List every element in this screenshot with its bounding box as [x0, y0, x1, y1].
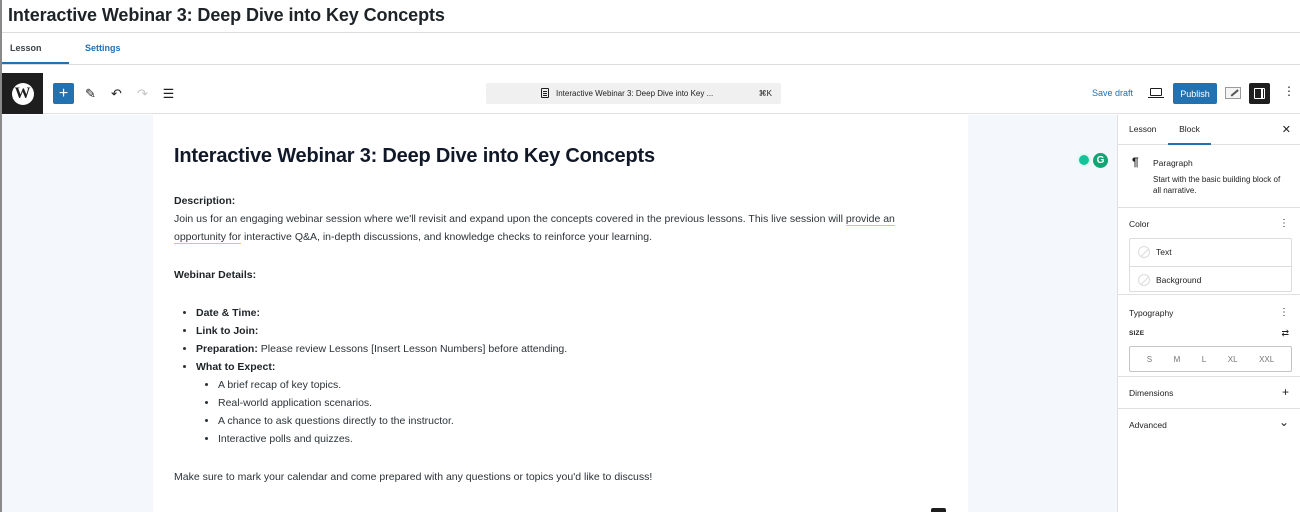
pencil-icon: ✎ [85, 85, 96, 101]
empty-swatch-icon [1138, 246, 1150, 258]
tab-lesson-page[interactable]: Lesson page [2, 33, 69, 84]
color-background-option[interactable]: Background [1130, 266, 1291, 293]
undo-button[interactable]: ↶ [106, 83, 127, 104]
size-option-xl[interactable]: XL [1228, 355, 1238, 364]
empty-swatch-icon [1138, 274, 1150, 286]
grammar-suggestion[interactable]: provide an [845, 213, 895, 226]
chevron-down-icon[interactable]: ⌄ [1279, 416, 1289, 428]
grammarly-icon[interactable]: G [1093, 153, 1108, 168]
color-text-option[interactable]: Text [1130, 239, 1291, 266]
size-option-xxl[interactable]: XXL [1259, 355, 1274, 364]
list-item: A chance to ask questions directly to th… [218, 412, 567, 430]
document-icon [541, 88, 549, 98]
document-overview-button[interactable]: ☰ [158, 83, 179, 104]
list-item: Link to Join: [196, 322, 567, 340]
custom-size-icon[interactable]: ⇄ [1281, 328, 1289, 339]
dimensions-panel-title: Dimensions [1129, 388, 1174, 398]
more-options-icon[interactable]: ⋮ [1283, 85, 1295, 97]
item-text: Please review Lessons [Insert Lesson Num… [257, 343, 568, 355]
details-heading-paragraph[interactable]: Webinar Details: [174, 266, 954, 284]
command-palette-button[interactable]: Interactive Webinar 3: Deep Dive into Ke… [486, 83, 781, 104]
typography-panel: Typography ⋮ SIZE ⇄ S M L XL XXL [1118, 295, 1300, 377]
size-label: SIZE [1129, 330, 1145, 337]
description-text: Join us for an engaging webinar session … [174, 213, 846, 225]
close-icon[interactable]: ✕ [1282, 123, 1291, 136]
redo-button[interactable]: ↷ [132, 83, 153, 104]
publish-button[interactable]: Publish [1173, 83, 1217, 104]
item-label: What to Expect: [196, 361, 276, 373]
settings-sidebar: Lesson Block ✕ ¶ Paragraph Start with th… [1117, 115, 1300, 512]
details-heading: Webinar Details: [174, 269, 257, 281]
list-item: A brief recap of key topics. [218, 376, 567, 394]
color-label: Text [1156, 247, 1172, 257]
color-panel-title: Color [1129, 219, 1150, 229]
list-item: Interactive polls and quizzes. [218, 430, 567, 448]
grammarly-widget[interactable]: G [1077, 153, 1108, 168]
description-label-paragraph[interactable]: Description: [174, 192, 954, 210]
color-label: Background [1156, 275, 1202, 285]
page-title: Interactive Webinar 3: Deep Dive into Ke… [8, 5, 445, 25]
size-option-m[interactable]: M [1174, 355, 1181, 364]
description-paragraph[interactable]: Join us for an engaging webinar session … [174, 210, 954, 246]
item-label: Link to Join: [196, 325, 259, 337]
list-view-icon: ☰ [162, 85, 175, 101]
list-item: What to Expect: A brief recap of key top… [196, 358, 567, 448]
settings-sidebar-toggle[interactable] [1249, 83, 1270, 104]
color-panel: Color ⋮ Text Background [1118, 208, 1300, 295]
item-label: Date & Time: [196, 307, 260, 319]
more-options-icon[interactable]: ⋮ [1279, 308, 1289, 318]
editor-canvas: Interactive Webinar 3: Deep Dive into Ke… [2, 115, 1117, 512]
tab-lesson[interactable]: Lesson [1129, 115, 1156, 145]
list-item: Preparation: Please review Lessons [Inse… [196, 340, 567, 358]
document-title: Interactive Webinar 3: Deep Dive into Ke… [556, 89, 714, 98]
lightbulb-icon[interactable] [1077, 153, 1091, 167]
editor-window: Interactive Webinar 3: Deep Dive into Ke… [0, 0, 1300, 512]
post-title[interactable]: Interactive Webinar 3: Deep Dive into Ke… [174, 145, 655, 168]
wordpress-icon: W [11, 82, 34, 105]
description-text: interactive Q&A, in-depth discussions, a… [241, 231, 653, 243]
block-description: Start with the basic building block of a… [1153, 175, 1281, 195]
redo-icon: ↷ [137, 85, 148, 101]
save-draft-button[interactable]: Save draft [1092, 88, 1133, 98]
paragraph-icon: ¶ [1132, 155, 1139, 169]
post-content[interactable]: Interactive Webinar 3: Deep Dive into Ke… [153, 115, 968, 512]
closing-paragraph[interactable]: Make sure to mark your calendar and come… [174, 468, 954, 486]
add-block-button[interactable]: + [53, 83, 74, 104]
more-options-icon[interactable]: ⋮ [1279, 219, 1289, 229]
editor-toolbar: W + ✎ ↶ ↷ ☰ Interactive Webinar 3: Deep … [2, 73, 1300, 114]
size-option-s[interactable]: S [1147, 355, 1152, 364]
plus-icon: + [58, 84, 69, 102]
advanced-panel-title: Advanced [1129, 420, 1167, 430]
typography-panel-title: Typography [1129, 308, 1174, 318]
tab-block[interactable]: Block [1168, 115, 1211, 145]
block-name: Paragraph [1153, 158, 1193, 168]
expect-list: A brief recap of key topics. Real-world … [218, 376, 567, 448]
page-tabs: Lesson page Settings [2, 33, 129, 84]
undo-icon: ↶ [111, 85, 122, 101]
block-mover-handle[interactable] [931, 508, 946, 512]
grammar-suggestion[interactable]: opportunity for [174, 231, 242, 244]
editor-mode-icon[interactable] [1225, 87, 1241, 99]
tab-settings[interactable]: Settings [69, 33, 129, 64]
tools-button[interactable]: ✎ [80, 83, 101, 104]
divider [2, 32, 1300, 33]
divider [2, 64, 1300, 65]
font-size-picker: S M L XL XXL [1129, 346, 1292, 372]
block-card: ¶ Paragraph Start with the basic buildin… [1118, 145, 1300, 208]
dimensions-panel[interactable]: Dimensions + [1118, 377, 1300, 409]
keyboard-shortcut: ⌘K [758, 89, 772, 98]
list-item: Real-world application scenarios. [218, 394, 567, 412]
details-list[interactable]: Date & Time: Link to Join: Preparation: … [196, 304, 567, 448]
item-label: Preparation: [196, 343, 258, 355]
advanced-panel[interactable]: Advanced ⌄ [1118, 409, 1300, 441]
list-item: Date & Time: [196, 304, 567, 322]
preview-icon[interactable] [1148, 88, 1164, 98]
plus-icon[interactable]: + [1282, 386, 1289, 398]
color-options: Text Background [1129, 238, 1292, 292]
sidebar-tabs: Lesson Block ✕ [1118, 115, 1300, 145]
size-option-l[interactable]: L [1202, 355, 1206, 364]
wordpress-logo-button[interactable]: W [2, 73, 43, 114]
description-label: Description: [174, 195, 236, 207]
